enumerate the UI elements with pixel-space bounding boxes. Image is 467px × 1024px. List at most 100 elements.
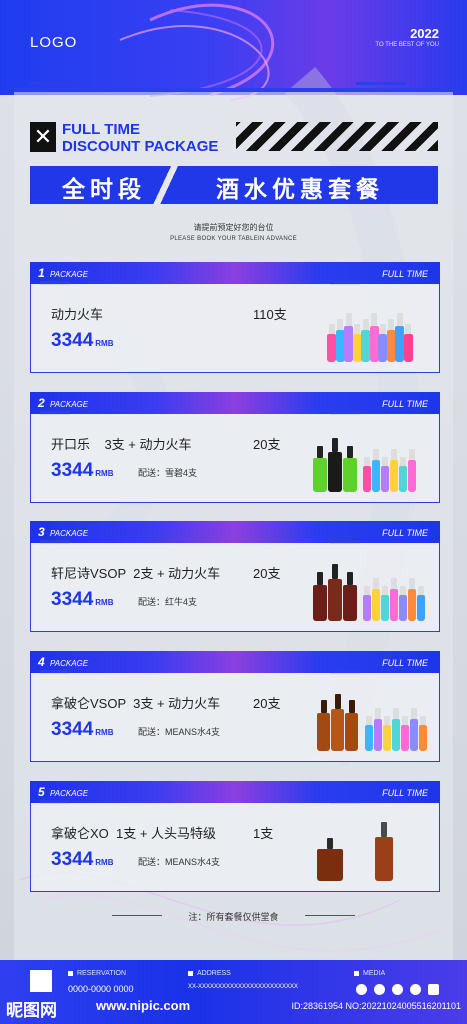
package-number: 5	[38, 785, 45, 799]
bottle-neck	[317, 572, 323, 585]
qq-icon[interactable]	[374, 984, 385, 995]
bottle-neck	[373, 578, 379, 589]
package-label: PACKAGE	[50, 529, 89, 538]
bottle-neck	[364, 586, 370, 595]
footnote: 注：所有套餐仅供堂食	[188, 912, 279, 922]
bottle-neck	[411, 708, 417, 719]
package-card[interactable]: 3 PACKAGE FULL TIME 轩尼诗VSOP 2支 + 动力火车 20…	[30, 521, 440, 633]
banner-divider	[148, 166, 188, 204]
full-time-label: FULL TIME	[382, 399, 428, 409]
poster: LOGO 2022 TO THE BEST OF YOU ✕ FULL TIME…	[0, 0, 467, 1024]
bottle-neck	[320, 700, 327, 713]
bottle-neck	[337, 319, 343, 330]
media-bullet-icon	[354, 971, 359, 976]
bottle-shape	[375, 837, 393, 881]
bottle-shape	[399, 466, 407, 492]
bottle-shape	[343, 585, 357, 621]
headline-line1: FULL TIME	[62, 121, 141, 138]
bottle-neck	[384, 716, 390, 725]
bottle-neck	[362, 319, 369, 330]
package-gift: 配送：MEANS水4支	[138, 857, 221, 867]
package-label: PACKAGE	[50, 659, 89, 668]
bottle-neck	[379, 324, 386, 334]
address-label: ADDRESS	[197, 970, 231, 977]
package-body: 拿破仑VSOP 3支 + 动力火车 20支 3344 RMB 配送：MEANS水4…	[30, 673, 440, 762]
full-time-label: FULL TIME	[382, 658, 428, 668]
bottle-neck	[381, 822, 387, 837]
banner-title-left: 全时段	[62, 176, 146, 202]
weibo-icon[interactable]	[410, 984, 421, 995]
package-number: 3	[38, 525, 45, 539]
bottle-shape	[343, 458, 357, 492]
bottle-neck	[327, 838, 333, 849]
package-card[interactable]: 1 PACKAGE FULL TIME 动力火车 110支 3344 RMB	[30, 262, 440, 374]
full-time-label: FULL TIME	[382, 788, 428, 798]
package-gift: 配送：红牛4支	[138, 597, 198, 607]
bottle-neck	[409, 449, 415, 460]
bottles-image	[313, 422, 433, 492]
reservation-label: RESERVATION	[77, 970, 127, 977]
package-header	[30, 651, 440, 673]
wechat-icon[interactable]	[356, 984, 367, 995]
package-item: 开口乐 3支 + 动力火车	[51, 437, 192, 452]
footer-square-decoration	[30, 970, 52, 992]
bottle-shape	[365, 725, 373, 751]
bottles-image	[313, 811, 433, 881]
bottle-shape	[331, 709, 344, 751]
bottle-shape	[408, 589, 416, 621]
package-card[interactable]: 5 PACKAGE FULL TIME 拿破仑XO 1支 + 人头马特级 1支 …	[30, 781, 440, 893]
package-card[interactable]: 4 PACKAGE FULL TIME 拿破仑VSOP 3支 + 动力火车 20…	[30, 651, 440, 763]
bottle-neck	[345, 313, 352, 326]
package-label: PACKAGE	[50, 400, 89, 409]
bottle-neck	[402, 716, 408, 725]
currency-label: RMB	[95, 728, 114, 737]
bottle-neck	[328, 324, 335, 334]
bottle-neck	[375, 708, 381, 719]
facebook-icon[interactable]	[428, 984, 439, 995]
package-quantity: 20支	[253, 566, 281, 581]
bottles-image	[313, 551, 433, 621]
bottle-neck	[347, 446, 353, 458]
package-card[interactable]: 2 PACKAGE FULL TIME 开口乐 3支 + 动力火车 20支 33…	[30, 392, 440, 504]
bottle-neck	[420, 716, 426, 725]
bottle-shape	[361, 330, 370, 362]
package-body: 轩尼诗VSOP 2支 + 动力火车 20支 3344 RMB 配送：红牛4支	[30, 543, 440, 632]
panel-tab-right	[356, 82, 406, 85]
package-body: 开口乐 3支 + 动力火车 20支 3344 RMB 配送：雪碧4支	[30, 414, 440, 503]
bottle-neck	[317, 446, 323, 458]
bottle-neck	[396, 313, 403, 326]
package-gift: 配送：MEANS水4支	[138, 727, 221, 737]
bottle-neck	[332, 564, 338, 579]
package-header	[30, 781, 440, 803]
currency-label: RMB	[95, 598, 114, 607]
package-header	[30, 392, 440, 414]
address-value: XX-XXXXXXXXXXXXXXXXXXXXXXXXX	[188, 984, 299, 990]
bottle-shape	[403, 334, 413, 362]
package-price: 3344 RMB	[51, 330, 114, 352]
bottle-neck	[409, 578, 415, 589]
tagline: TO THE BEST OF YOU	[375, 42, 439, 48]
bottle-shape	[399, 595, 407, 621]
bottle-neck	[334, 694, 341, 709]
reservation-phone[interactable]: 0000-0000 0000	[68, 984, 134, 994]
bottle-shape	[317, 849, 343, 881]
bottle-shape	[410, 719, 418, 751]
package-quantity: 20支	[253, 696, 281, 711]
bottle-shape	[392, 719, 400, 751]
headline: FULL TIME DISCOUNT PACKAGE	[62, 121, 218, 155]
bottle-neck	[400, 457, 406, 466]
twitter-icon[interactable]	[392, 984, 403, 995]
panel-top-rule	[14, 88, 453, 92]
watermark-url: www.nipic.com	[96, 998, 191, 1013]
bottle-neck	[391, 578, 397, 589]
bottle-shape	[390, 589, 398, 621]
package-body: 拿破仑XO 1支 + 人头马特级 1支 3344 RMB 配送：MEANS水4支	[30, 803, 440, 892]
bottle-shape	[395, 326, 404, 362]
package-price: 3344 RMB	[51, 460, 114, 482]
price-value: 3344	[51, 589, 94, 610]
bottle-shape	[419, 725, 427, 751]
package-label: PACKAGE	[50, 789, 89, 798]
bottle-shape	[390, 460, 398, 492]
package-header	[30, 521, 440, 543]
banner-title-right: 酒水优惠套餐	[216, 176, 384, 202]
